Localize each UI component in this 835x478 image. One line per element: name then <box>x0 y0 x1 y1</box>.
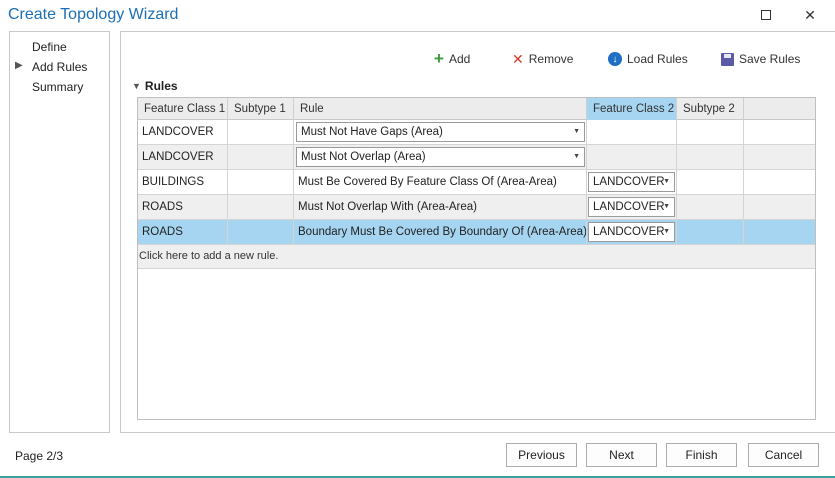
cell-extra <box>744 145 815 169</box>
title-bar: Create Topology Wizard ✕ <box>0 0 835 30</box>
cell-extra <box>744 195 815 219</box>
column-header-feature-class-1[interactable]: Feature Class 1 <box>138 98 228 120</box>
feature-class-2-value: LANDCOVER <box>593 201 665 213</box>
cell-subtype-1[interactable] <box>228 120 294 144</box>
table-row[interactable]: LANDCOVER Must Not Overlap (Area) ▼ <box>138 145 815 170</box>
cell-subtype-2[interactable] <box>677 145 744 169</box>
table-row[interactable]: BUILDINGS Must Be Covered By Feature Cla… <box>138 170 815 195</box>
maximize-icon <box>761 10 771 20</box>
load-rules-label: Load Rules <box>627 52 688 66</box>
column-header-subtype-2[interactable]: Subtype 2 <box>677 98 744 120</box>
cell-feature-class-1: ROADS <box>138 220 228 244</box>
dropdown-arrow-icon: ▼ <box>663 203 670 210</box>
table-row[interactable]: ROADS Must Not Overlap With (Area-Area) … <box>138 195 815 220</box>
close-button[interactable]: ✕ <box>788 0 832 30</box>
cell-subtype-1[interactable] <box>228 170 294 194</box>
feature-class-2-value: LANDCOVER <box>593 226 665 238</box>
dropdown-arrow-icon: ▼ <box>573 153 580 160</box>
save-icon <box>721 52 734 66</box>
previous-button[interactable]: Previous <box>506 443 577 467</box>
download-icon: ↓ <box>608 52 622 66</box>
remove-label: Remove <box>528 52 574 66</box>
step-summary[interactable]: Summary <box>32 80 83 94</box>
current-step-arrow-icon: ▶ <box>15 60 23 71</box>
column-header-extra <box>744 98 815 120</box>
save-rules-label: Save Rules <box>739 52 801 66</box>
cell-rule[interactable]: Must Not Overlap With (Area-Area) <box>294 195 587 219</box>
cell-feature-class-2: LANDCOVER ▼ <box>587 195 677 219</box>
cell-extra <box>744 170 815 194</box>
rule-dropdown-value: Must Not Have Gaps (Area) <box>301 126 443 138</box>
dropdown-arrow-icon: ▼ <box>573 128 580 135</box>
cell-subtype-2[interactable] <box>677 120 744 144</box>
cell-extra <box>744 120 815 144</box>
cell-feature-class-2[interactable] <box>587 145 677 169</box>
add-button[interactable]: + Add <box>434 50 470 68</box>
cell-feature-class-1: ROADS <box>138 195 228 219</box>
dropdown-arrow-icon: ▼ <box>663 228 670 235</box>
cell-feature-class-2: LANDCOVER ▼ <box>587 170 677 194</box>
next-button[interactable]: Next <box>586 443 657 467</box>
cell-subtype-1[interactable] <box>228 220 294 244</box>
cell-subtype-2[interactable] <box>677 220 744 244</box>
cell-feature-class-1: LANDCOVER <box>138 145 228 169</box>
cell-rule: Must Not Overlap (Area) ▼ <box>294 145 587 169</box>
cell-feature-class-1: BUILDINGS <box>138 170 228 194</box>
rule-dropdown[interactable]: Must Not Have Gaps (Area) ▼ <box>296 122 585 142</box>
table-header: Feature Class 1 Subtype 1 Rule Feature C… <box>138 98 815 120</box>
step-define[interactable]: Define <box>32 40 67 54</box>
wizard-steps-panel: Define ▶ Add Rules Summary <box>9 31 110 433</box>
remove-button[interactable]: ✕ Remove <box>512 50 573 68</box>
dropdown-arrow-icon: ▼ <box>663 178 670 185</box>
finish-button[interactable]: Finish <box>666 443 737 467</box>
cell-subtype-2[interactable] <box>677 195 744 219</box>
column-header-subtype-1[interactable]: Subtype 1 <box>228 98 294 120</box>
rules-section-title: Rules <box>144 79 178 93</box>
add-label: Add <box>448 52 471 66</box>
rules-table: Feature Class 1 Subtype 1 Rule Feature C… <box>137 97 816 420</box>
cancel-button[interactable]: Cancel <box>748 443 819 467</box>
table-row-selected[interactable]: ROADS Boundary Must Be Covered By Bounda… <box>138 220 815 245</box>
x-icon: ✕ <box>512 50 524 67</box>
maximize-button[interactable] <box>744 0 788 30</box>
plus-icon: + <box>434 49 444 68</box>
cell-feature-class-2: LANDCOVER ▼ <box>587 220 677 244</box>
cell-extra <box>744 220 815 244</box>
step-add-rules[interactable]: Add Rules <box>32 60 87 74</box>
add-new-rule-row[interactable]: Click here to add a new rule. <box>138 245 815 269</box>
column-header-rule[interactable]: Rule <box>294 98 587 120</box>
save-rules-button[interactable]: Save Rules <box>721 50 800 68</box>
cell-rule: Must Not Have Gaps (Area) ▼ <box>294 120 587 144</box>
table-row[interactable]: LANDCOVER Must Not Have Gaps (Area) ▼ <box>138 120 815 145</box>
cell-subtype-1[interactable] <box>228 145 294 169</box>
cell-rule[interactable]: Must Be Covered By Feature Class Of (Are… <box>294 170 587 194</box>
cell-subtype-2[interactable] <box>677 170 744 194</box>
close-icon: ✕ <box>804 6 816 23</box>
cell-subtype-1[interactable] <box>228 195 294 219</box>
chevron-down-icon: ▼ <box>132 81 141 91</box>
main-panel: + Add ✕ Remove ↓ Load Rules Save Rules ▼… <box>120 31 835 433</box>
cell-feature-class-2[interactable] <box>587 120 677 144</box>
cell-feature-class-1: LANDCOVER <box>138 120 228 144</box>
window-title: Create Topology Wizard <box>8 6 179 23</box>
page-indicator: Page 2/3 <box>15 449 64 463</box>
column-header-feature-class-2[interactable]: Feature Class 2 <box>587 98 677 120</box>
load-rules-button[interactable]: ↓ Load Rules <box>608 50 688 68</box>
feature-class-2-value: LANDCOVER <box>593 176 665 188</box>
feature-class-2-dropdown[interactable]: LANDCOVER ▼ <box>588 172 675 192</box>
rules-section-header[interactable]: ▼ Rules <box>132 79 178 93</box>
rule-dropdown[interactable]: Must Not Overlap (Area) ▼ <box>296 147 585 167</box>
feature-class-2-dropdown[interactable]: LANDCOVER ▼ <box>588 197 675 217</box>
rule-dropdown-value: Must Not Overlap (Area) <box>301 151 426 163</box>
feature-class-2-dropdown[interactable]: LANDCOVER ▼ <box>588 222 675 242</box>
cell-rule[interactable]: Boundary Must Be Covered By Boundary Of … <box>294 220 587 244</box>
